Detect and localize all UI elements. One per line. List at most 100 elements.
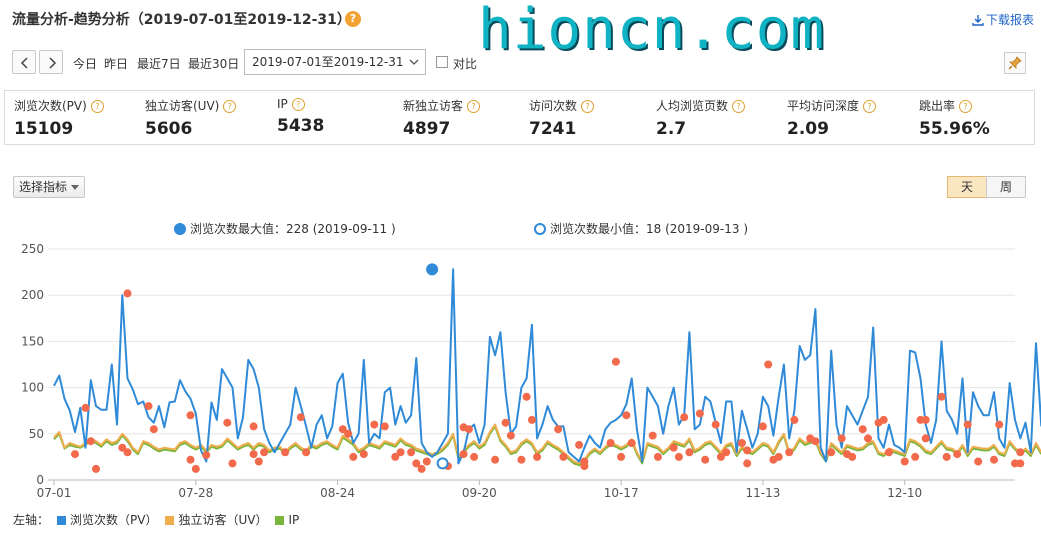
legend-swatch-uv [165, 516, 175, 525]
event-marker [501, 418, 510, 427]
event-marker [627, 439, 636, 447]
legend-label-pv[interactable]: 浏览次数（PV） [70, 513, 157, 527]
event-marker [680, 413, 689, 422]
metric-bounce-rate: 跳出率? 55.96% [919, 97, 990, 139]
max-annotation-label: 浏览次数最大值：228 (2019-09-11 ) [190, 221, 396, 236]
question-icon[interactable]: ? [959, 100, 973, 113]
metric-pv: 浏览次数(PV)? 15109 [14, 97, 104, 139]
min-annotation-dot [534, 223, 546, 235]
x-tick-label: 11-13 [745, 486, 780, 500]
metric-new-visitors: 新独立访客? 4897 [403, 97, 481, 139]
event-marker [254, 457, 263, 466]
event-marker [974, 457, 983, 466]
event-marker [522, 392, 531, 401]
chevron-down-icon [409, 59, 419, 65]
metric-label: 人均浏览页数 [656, 99, 729, 113]
event-marker [811, 437, 820, 446]
event-marker [302, 448, 311, 457]
quick-range-7-days[interactable]: 最近7日 [137, 55, 181, 72]
x-tick-label: 07-01 [37, 486, 72, 500]
event-marker [527, 415, 536, 424]
question-icon[interactable]: ? [291, 98, 305, 111]
metric-label: IP [277, 97, 288, 111]
event-marker [674, 452, 683, 461]
y-tick-label: 150 [21, 334, 44, 348]
event-marker [653, 452, 662, 461]
legend-axis-prefix: 左轴： [13, 513, 50, 527]
top-bar: 流量分析-趋势分析（2019-07-01至2019-12-31） ? hionc… [0, 0, 1041, 58]
event-marker [1016, 459, 1025, 468]
event-marker [349, 452, 358, 461]
question-icon[interactable]: ? [581, 100, 595, 113]
trend-chart: 0 50 100 150 200 250 07-01 07-28 08-24 09-20 10-17… [21, 221, 1041, 500]
legend-label-ip[interactable]: IP [288, 513, 299, 527]
metric-value: 55.96% [919, 119, 990, 139]
event-marker [359, 450, 368, 459]
date-range-picker[interactable]: 2019-07-01至2019-12-31 [244, 49, 426, 75]
event-marker [990, 455, 998, 464]
event-marker [921, 415, 930, 424]
metric-uv: 独立访客(UV)? 5606 [145, 97, 237, 139]
chevron-right-icon [49, 57, 57, 69]
granularity-day-button[interactable]: 天 [947, 176, 987, 198]
question-icon[interactable]: ? [467, 100, 481, 113]
metric-value: 5606 [145, 119, 193, 139]
compare-label[interactable]: 对比 [453, 55, 477, 72]
event-marker [1016, 448, 1025, 457]
max-annotation-dot [174, 223, 186, 235]
event-marker [774, 452, 783, 461]
indicator-selector-label: 选择指标 [19, 180, 68, 194]
quick-range-30-days[interactable]: 最近30日 [188, 55, 239, 72]
event-marker [575, 440, 584, 449]
download-report-link[interactable]: 下载报表 [972, 11, 1034, 28]
metric-ip: IP? 5438 [277, 97, 324, 136]
question-icon[interactable]: ? [223, 100, 237, 113]
event-marker [464, 425, 473, 434]
next-period-button[interactable] [39, 50, 63, 74]
question-icon[interactable]: ? [863, 100, 877, 113]
y-tick-label: 100 [21, 381, 44, 395]
event-marker [459, 450, 468, 459]
event-marker [249, 422, 258, 431]
question-icon[interactable]: ? [90, 100, 104, 113]
question-icon[interactable]: ? [732, 100, 746, 113]
quick-range-yesterday[interactable]: 昨日 [104, 55, 128, 72]
event-marker [701, 455, 710, 464]
event-marker [296, 413, 305, 422]
download-icon [972, 15, 984, 26]
event-marker [790, 415, 799, 424]
metric-label: 访问次数 [529, 99, 578, 113]
event-marker [370, 420, 379, 429]
help-icon[interactable]: ? [345, 11, 361, 27]
event-marker [380, 422, 389, 431]
previous-period-button[interactable] [12, 50, 36, 74]
x-tick-label: 07-28 [178, 486, 213, 500]
indicator-selector[interactable]: 选择指标 [13, 176, 85, 198]
min-value-marker [436, 457, 449, 470]
event-marker [711, 420, 720, 429]
event-marker [281, 448, 290, 457]
event-marker [149, 425, 158, 434]
legend-swatch-pv [57, 516, 67, 525]
y-tick-label: 0 [36, 473, 44, 487]
chart-legend: 左轴： 浏览次数（PV） 独立访客（UV） IP [13, 511, 299, 528]
event-marker [837, 434, 846, 443]
quick-range-today[interactable]: 今日 [73, 55, 97, 72]
y-tick-label: 250 [21, 242, 44, 256]
legend-label-uv[interactable]: 独立访客（UV） [178, 513, 267, 527]
metric-label: 浏览次数(PV) [14, 99, 87, 113]
pin-button[interactable] [1004, 52, 1026, 74]
metric-value: 7241 [529, 119, 577, 139]
event-marker [879, 415, 888, 424]
event-marker [186, 455, 195, 464]
metric-visit-depth: 平均访问深度? 2.09 [787, 97, 877, 139]
event-marker [764, 360, 773, 369]
event-marker [743, 446, 752, 455]
event-marker [995, 420, 1004, 429]
compare-checkbox[interactable] [436, 56, 448, 68]
event-marker [942, 452, 951, 461]
metric-label: 新独立访客 [403, 99, 464, 113]
event-marker [695, 409, 704, 418]
event-marker [606, 439, 615, 447]
granularity-week-button[interactable]: 周 [986, 176, 1026, 198]
